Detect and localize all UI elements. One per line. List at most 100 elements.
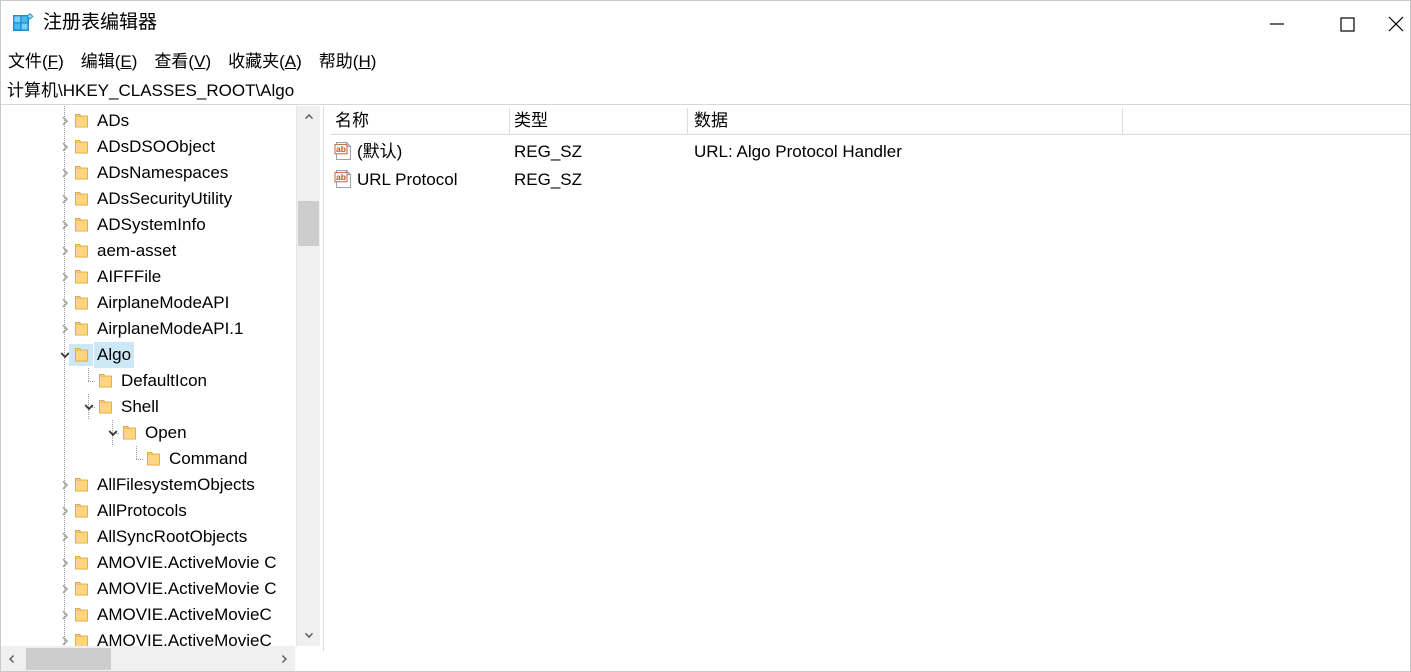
tree-item[interactable]: AllFilesystemObjects [1,472,295,498]
value-row[interactable]: ab URL Protocol REG_SZ [331,166,1410,194]
folder-icon [73,472,90,498]
menu-view-tail: ) [205,51,212,71]
folder-icon [73,134,90,160]
tree-item[interactable]: AllSyncRootObjects [1,524,295,550]
menu-favorites[interactable]: 收藏夹(A) [228,50,302,74]
chevron-right-icon[interactable] [57,134,73,160]
value-type: REG_SZ [514,170,583,189]
folder-icon [73,576,90,602]
folder-icon [73,264,90,290]
tree-item[interactable]: AirplaneModeAPI [1,290,295,316]
chevron-right-icon[interactable] [57,628,73,646]
tree-item[interactable]: ADs [1,108,295,134]
tree-item[interactable]: Open [1,420,295,446]
tree-item[interactable]: AMOVIE.ActiveMovie C [1,550,295,576]
tree-item[interactable]: AMOVIE.ActiveMovie C [1,576,295,602]
minimize-icon [1270,22,1284,25]
value-name: URL Protocol [357,170,458,189]
tree-item[interactable]: ADSystemInfo [1,212,295,238]
minimize-button[interactable] [1242,1,1312,46]
menu-favorites-text: 收藏夹( [228,51,285,71]
tree-item[interactable]: AMOVIE.ActiveMovieC [1,628,295,646]
chevron-right-icon[interactable] [57,316,73,342]
svg-text:ab: ab [336,144,346,154]
folder-icon [73,342,90,368]
chevron-right-icon[interactable] [57,524,73,550]
menu-file[interactable]: 文件(F) [8,50,64,74]
close-icon [1388,16,1404,31]
column-divider-3[interactable] [1122,108,1123,134]
chevron-right-icon[interactable] [57,160,73,186]
tree-item-label: ADsDSOObject [97,137,216,156]
scroll-down-button[interactable] [297,624,320,646]
tree-item[interactable]: ADsDSOObject [1,134,295,160]
value-name: (默认) [357,142,403,161]
chevron-right-icon[interactable] [57,602,73,628]
chevron-right-icon[interactable] [57,212,73,238]
window-title: 注册表编辑器 [43,12,158,33]
chevron-right-icon[interactable] [57,264,73,290]
scroll-up-button[interactable] [297,106,320,128]
chevron-down-icon[interactable] [57,342,73,368]
tree-item-label: Command [169,449,248,468]
tree-item-label: Shell [121,397,159,416]
tree-item[interactable]: DefaultIcon [1,368,295,394]
tree-horizontal-scrollbar[interactable] [1,646,295,671]
menu-help-tail: ) [370,51,377,71]
scroll-right-button[interactable] [273,646,295,671]
menu-edit-tail: ) [131,51,138,71]
column-divider-2[interactable] [687,108,688,134]
registry-tree[interactable]: ADs ADsDSOObject ADsNamespaces ADsSecurityU… [1,106,295,646]
tree-horizontal-scroll-thumb[interactable] [26,648,111,670]
column-header-data[interactable]: 数据 [694,109,728,133]
tree-item-label: AMOVIE.ActiveMovieC [97,605,272,624]
folder-icon [73,602,90,628]
folder-icon [73,160,90,186]
maximize-button[interactable] [1312,1,1382,46]
chevron-right-icon[interactable] [57,186,73,212]
column-divider-1[interactable] [509,108,510,134]
scroll-left-button[interactable] [1,646,23,671]
tree-item[interactable]: AllProtocols [1,498,295,524]
folder-icon [73,498,90,524]
string-value-icon: ab [334,169,354,189]
chevron-right-icon[interactable] [57,238,73,264]
chevron-down-icon[interactable] [105,420,121,446]
tree-item[interactable]: AirplaneModeAPI.1 [1,316,295,342]
folder-icon [145,446,162,472]
tree-item-label: ADsSecurityUtility [97,189,233,208]
folder-icon [73,238,90,264]
chevron-right-icon[interactable] [57,108,73,134]
menu-file-text: 文件( [8,51,48,71]
menu-edit[interactable]: 编辑(E) [81,50,138,74]
tree-vertical-scroll-thumb[interactable] [298,201,319,246]
chevron-right-icon[interactable] [57,290,73,316]
value-row[interactable]: ab (默认) REG_SZ URL: Algo Protocol Handler [331,138,1410,166]
menu-help[interactable]: 帮助(H) [319,50,377,74]
tree-item[interactable]: ADsSecurityUtility [1,186,295,212]
close-button[interactable] [1382,1,1410,46]
column-header-type[interactable]: 类型 [514,109,548,133]
address-path: 计算机\HKEY_CLASSES_ROOT\Algo [7,80,295,100]
menu-view[interactable]: 查看(V) [154,50,211,74]
chevron-right-icon[interactable] [57,498,73,524]
tree-vertical-scrollbar[interactable] [296,106,320,646]
tree-item[interactable]: ADsNamespaces [1,160,295,186]
folder-icon [73,316,90,342]
menu-favorites-tail: ) [296,51,302,71]
chevron-right-icon[interactable] [57,576,73,602]
tree-item-label: AMOVIE.ActiveMovieC [97,631,272,646]
address-bar[interactable]: 计算机\HKEY_CLASSES_ROOT\Algo [1,77,1410,105]
column-header-name[interactable]: 名称 [335,109,369,133]
tree-item[interactable]: Algo [1,342,295,368]
value-data: URL: Algo Protocol Handler [694,142,902,161]
tree-item[interactable]: AIFFFile [1,264,295,290]
tree-item[interactable]: Command [1,446,295,472]
chevron-right-icon[interactable] [57,472,73,498]
tree-item[interactable]: aem-asset [1,238,295,264]
chevron-down-icon[interactable] [81,394,97,420]
chevron-right-icon[interactable] [57,550,73,576]
tree-item[interactable]: Shell [1,394,295,420]
tree-item[interactable]: AMOVIE.ActiveMovieC [1,602,295,628]
pane-splitter[interactable] [320,106,330,671]
